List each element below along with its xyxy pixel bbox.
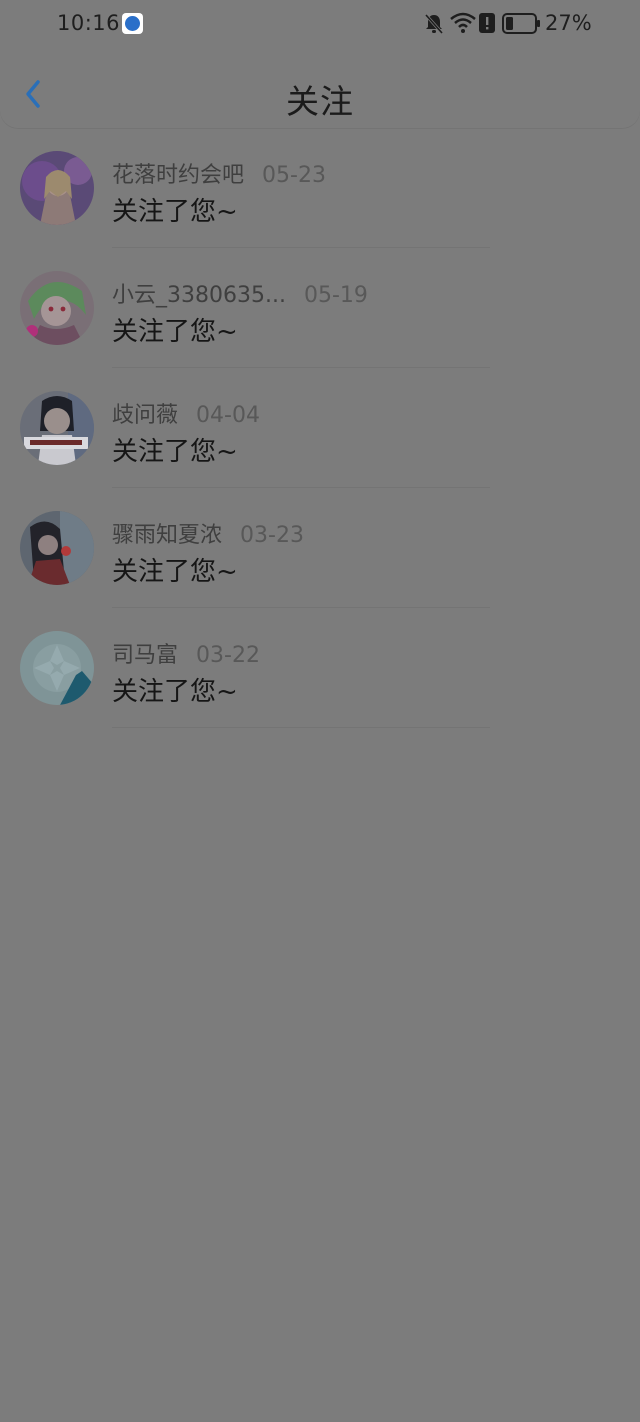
list-item[interactable]: 花落时约会吧 05-23 关注了您~ [0,128,640,248]
avatar[interactable] [20,271,94,345]
follow-notification-list: 花落时约会吧 05-23 关注了您~ 小云_3380635... 05-19 关注了… [0,128,640,728]
user-name[interactable]: 骤雨知夏浓 [112,523,222,548]
notification-message: 关注了您~ [112,197,238,227]
status-bar: 10:16 27% [0,0,640,48]
notification-message: 关注了您~ [112,437,238,467]
user-name[interactable]: 花落时约会吧 [112,163,244,188]
notification-message: 关注了您~ [112,677,238,707]
notification-date: 04-04 [196,403,260,428]
notification-header: 歧问薇 04-04 [112,397,260,429]
avatar[interactable] [20,391,94,465]
divider [112,727,490,728]
notification-header: 骤雨知夏浓 03-23 [112,517,304,549]
status-time: 10:16 [57,11,121,35]
avatar[interactable] [20,511,94,585]
app-notification-icon [122,13,143,34]
list-item[interactable]: 小云_3380635... 05-19 关注了您~ [0,248,640,368]
wifi-icon [450,12,476,33]
notification-date: 03-23 [240,523,304,548]
notifications-muted-icon [424,14,444,34]
battery-percentage: 27% [545,11,592,35]
notification-message: 关注了您~ [112,317,238,347]
list-item[interactable]: 骤雨知夏浓 03-23 关注了您~ [0,488,640,608]
battery-icon [502,13,540,34]
page-title: 关注 [286,82,354,121]
notification-message: 关注了您~ [112,557,238,587]
notification-header: 司马富 03-22 [112,637,260,669]
sim-alert-icon [479,13,495,33]
list-item[interactable]: 司马富 03-22 关注了您~ [0,608,640,728]
user-name[interactable]: 小云_3380635... [112,283,286,308]
user-name[interactable]: 司马富 [112,643,178,668]
avatar[interactable] [20,631,94,705]
notification-date: 05-23 [262,163,326,188]
notification-date: 05-19 [303,283,368,308]
user-name[interactable]: 歧问薇 [112,403,178,428]
top-app-bar: 关注 [0,48,640,128]
notification-header: 花落时约会吧 05-23 [112,157,326,189]
list-item[interactable]: 歧问薇 04-04 关注了您~ [0,368,640,488]
notification-header: 小云_3380635... 05-19 [112,277,368,309]
avatar[interactable] [20,151,94,225]
notification-date: 03-22 [196,643,260,668]
